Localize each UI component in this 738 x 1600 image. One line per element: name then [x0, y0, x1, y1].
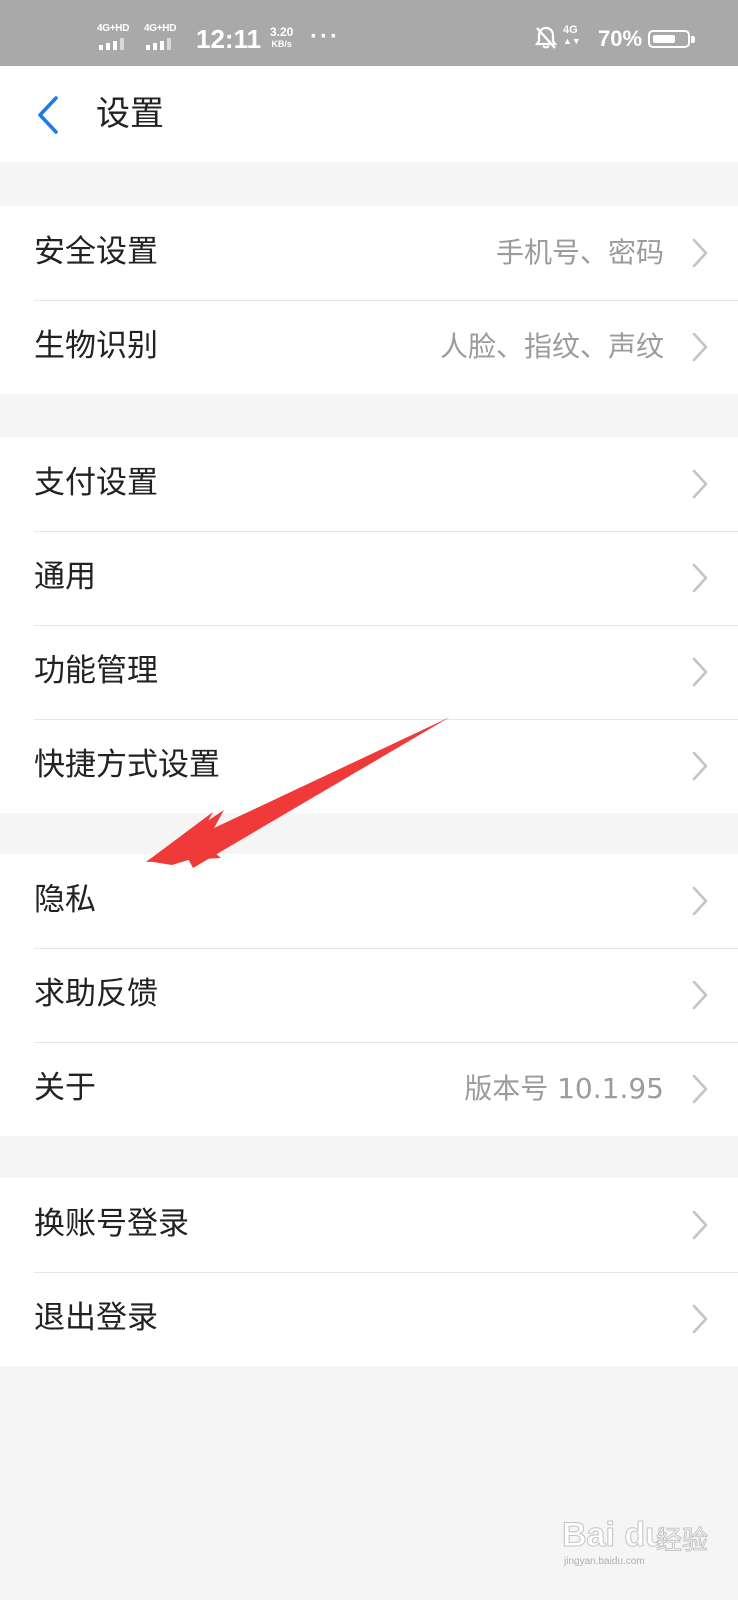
settings-row[interactable]: 支付设置: [0, 437, 738, 531]
chevron-right-icon: [692, 1210, 708, 1240]
settings-row[interactable]: 通用: [0, 531, 738, 625]
settings-group: 安全设置 手机号、密码生物识别 人脸、指纹、声纹: [0, 206, 738, 394]
chevron-right-icon: [692, 332, 708, 362]
settings-row-label: 关于: [34, 1070, 96, 1106]
status-bar: 4G+HD 4G+HD 12:11 3.20 KB/s ··· 4G ▲▼ 70…: [0, 0, 738, 66]
settings-row[interactable]: 隐私: [0, 854, 738, 948]
settings-row[interactable]: 生物识别 人脸、指纹、声纹: [0, 300, 738, 394]
chevron-right-icon: [692, 1304, 708, 1334]
settings-group: 隐私求助反馈关于 版本号 10.1.95: [0, 854, 738, 1136]
network-speed-value: 3.20: [270, 25, 294, 39]
settings-row-label: 通用: [34, 559, 96, 595]
more-notifications-icon: ···: [310, 23, 340, 50]
clock: 12:11: [196, 24, 262, 54]
settings-row-value: 版本号 10.1.95: [464, 1072, 664, 1105]
bell-muted-icon: [534, 26, 558, 55]
settings-row[interactable]: 快捷方式设置: [0, 719, 738, 813]
settings-row-label: 退出登录: [34, 1300, 158, 1336]
chevron-right-icon: [692, 1074, 708, 1104]
chevron-right-icon: [692, 980, 708, 1010]
watermark-cn: 经验: [655, 1526, 709, 1557]
back-button[interactable]: [24, 84, 84, 144]
settings-row[interactable]: 安全设置 手机号、密码: [0, 206, 738, 300]
settings-row-label: 生物识别: [34, 328, 158, 364]
settings-row-label: 求助反馈: [34, 976, 158, 1012]
settings-row-label: 换账号登录: [34, 1206, 189, 1242]
network-4g-icon: 4G ▲▼: [563, 24, 581, 46]
chevron-right-icon: [692, 563, 708, 593]
navigation-bar: 设置: [0, 66, 738, 162]
settings-row[interactable]: 求助反馈: [0, 948, 738, 1042]
settings-row-label: 隐私: [34, 882, 96, 918]
sim2-label: 4G+HD: [144, 23, 177, 34]
network-speed: 3.20 KB/s: [270, 26, 293, 50]
settings-row[interactable]: 关于 版本号 10.1.95: [0, 1042, 738, 1136]
watermark-url: jingyan.baidu.com: [564, 1556, 645, 1567]
network-type: 4G: [563, 24, 578, 36]
settings-group: 支付设置通用功能管理快捷方式设置: [0, 437, 738, 813]
settings-row[interactable]: 换账号登录: [0, 1178, 738, 1272]
signal-sim1-icon: 4G+HD: [97, 24, 137, 52]
chevron-right-icon: [692, 469, 708, 499]
settings-row[interactable]: 功能管理: [0, 625, 738, 719]
baidu-jingyan-watermark: Bai du 经验 jingyan.baidu.com: [562, 1502, 722, 1572]
settings-group: 换账号登录 退出登录: [0, 1178, 738, 1366]
chevron-right-icon: [692, 886, 708, 916]
settings-row-value: 手机号、密码: [495, 236, 664, 269]
battery-percent: 70%: [598, 26, 643, 51]
chevron-left-icon: [38, 96, 58, 134]
settings-row-label: 支付设置: [34, 465, 158, 501]
settings-row-value: 人脸、指纹、声纹: [439, 330, 664, 363]
battery-icon: [648, 30, 695, 48]
watermark-brand: Bai du: [562, 1516, 667, 1555]
sim1-label: 4G+HD: [97, 23, 130, 34]
settings-row-label: 安全设置: [34, 234, 158, 270]
settings-row[interactable]: 退出登录: [0, 1272, 738, 1366]
signal-sim2-icon: 4G+HD: [144, 24, 184, 52]
settings-row-label: 快捷方式设置: [34, 747, 220, 783]
chevron-right-icon: [692, 751, 708, 781]
network-speed-unit: KB/s: [271, 39, 292, 49]
chevron-right-icon: [692, 657, 708, 687]
settings-row-label: 功能管理: [34, 653, 158, 689]
page-title: 设置: [96, 94, 164, 134]
chevron-right-icon: [692, 238, 708, 268]
battery-fill: [653, 35, 675, 43]
